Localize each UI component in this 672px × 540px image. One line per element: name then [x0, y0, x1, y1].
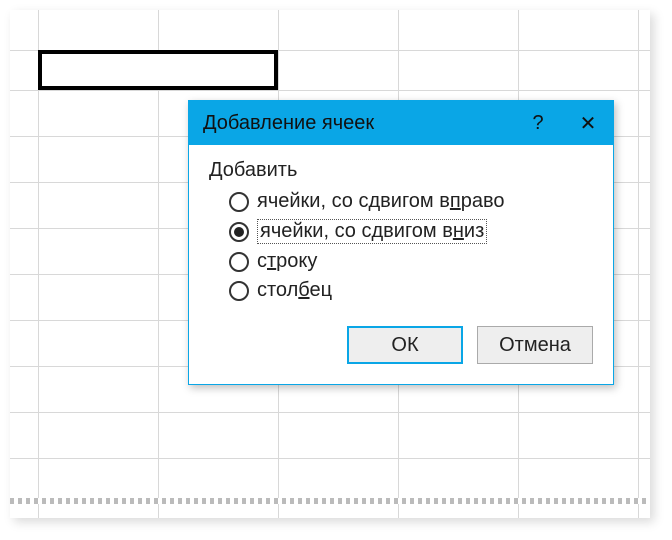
dialog-title: Добавление ячеек	[203, 112, 513, 135]
dialog-titlebar[interactable]: Добавление ячеек ? ✕	[189, 101, 613, 145]
group-label-insert: Добавить	[209, 159, 593, 182]
radio-label: ячейки, со сдвигом вниз	[257, 219, 487, 244]
spreadsheet-frame: Добавление ячеек ? ✕ Добавить ячейки, со…	[10, 10, 650, 518]
radio-icon	[229, 222, 249, 242]
radio-label: ячейки, со сдвигом вправо	[257, 190, 505, 213]
close-button[interactable]: ✕	[563, 101, 613, 145]
radio-icon	[229, 281, 249, 301]
dialog-buttons: ОК Отмена	[209, 326, 593, 364]
selected-cell-range[interactable]	[38, 50, 278, 90]
radio-shift-right[interactable]: ячейки, со сдвигом вправо	[229, 190, 593, 213]
radio-column-option[interactable]: столбец	[229, 279, 593, 302]
help-button[interactable]: ?	[513, 101, 563, 145]
ok-button[interactable]: ОК	[347, 326, 463, 364]
cancel-button[interactable]: Отмена	[477, 326, 593, 364]
radio-row-option[interactable]: строку	[229, 250, 593, 273]
radio-icon	[229, 192, 249, 212]
radio-label: строку	[257, 250, 317, 273]
radio-label: столбец	[257, 279, 332, 302]
insert-cells-dialog: Добавление ячеек ? ✕ Добавить ячейки, со…	[188, 100, 614, 385]
sheet-bottom-edge	[10, 498, 650, 504]
radio-shift-down[interactable]: ячейки, со сдвигом вниз	[229, 219, 593, 244]
radio-icon	[229, 252, 249, 272]
dialog-body: Добавить ячейки, со сдвигом вправо ячейк…	[189, 145, 613, 384]
